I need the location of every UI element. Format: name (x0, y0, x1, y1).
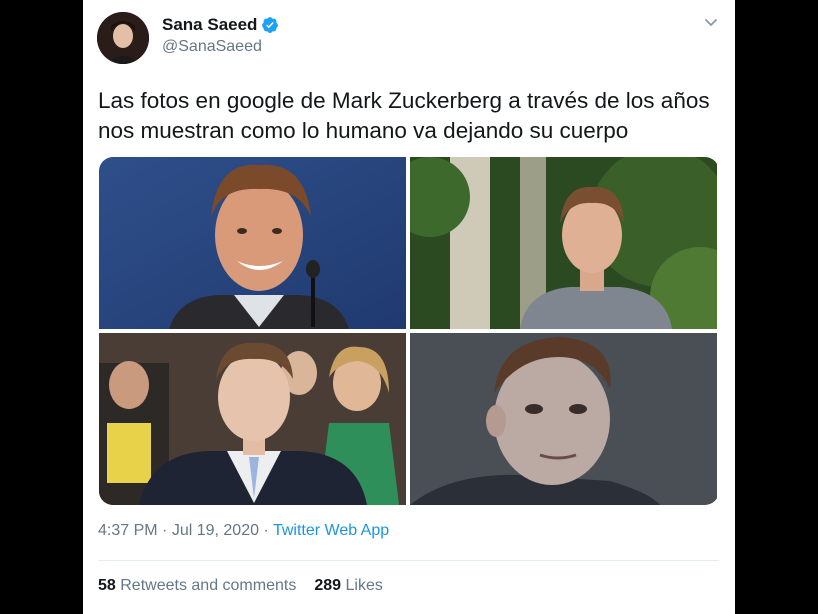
author-handle[interactable]: @SanaSaeed (162, 38, 262, 56)
verified-badge-icon (262, 17, 278, 33)
retweets-count: 58 (98, 577, 116, 594)
media-photo[interactable] (410, 333, 717, 505)
media-photo[interactable] (410, 157, 717, 329)
retweets-stat[interactable]: 58 Retweets and comments (98, 577, 296, 594)
meta-separator: · (157, 522, 172, 539)
tweet-text-line: Las fotos en google de Mark Zuckerberg a… (98, 88, 710, 113)
tweet-text: Las fotos en google de Mark Zuckerberg a… (98, 86, 728, 146)
tweet-source-link[interactable]: Twitter Web App (273, 522, 389, 539)
tweet-stats: 58 Retweets and comments 289 Likes (98, 577, 383, 595)
tweet-time[interactable]: 4:37 PM (98, 522, 158, 539)
tweet-card: Sana Saeed @SanaSaeed Las fotos en googl… (83, 0, 735, 614)
tweet-text-line: nos muestran como lo humano va dejando s… (98, 118, 629, 143)
tweet-date[interactable]: Jul 19, 2020 (172, 522, 259, 539)
media-photo[interactable] (99, 157, 406, 329)
media-grid (99, 157, 719, 505)
divider (98, 560, 719, 561)
media-photo[interactable] (99, 333, 406, 505)
chevron-down-icon[interactable] (703, 14, 719, 30)
likes-count: 289 (314, 577, 342, 594)
avatar[interactable] (97, 12, 149, 64)
tweet-timestamp: 4:37 PM · Jul 19, 2020 · Twitter Web App (98, 522, 389, 540)
author-name[interactable]: Sana Saeed (162, 15, 257, 35)
likes-stat[interactable]: 289 Likes (314, 577, 383, 594)
likes-label: Likes (345, 577, 383, 594)
retweets-label: Retweets and comments (120, 577, 297, 594)
meta-separator: · (259, 522, 273, 539)
